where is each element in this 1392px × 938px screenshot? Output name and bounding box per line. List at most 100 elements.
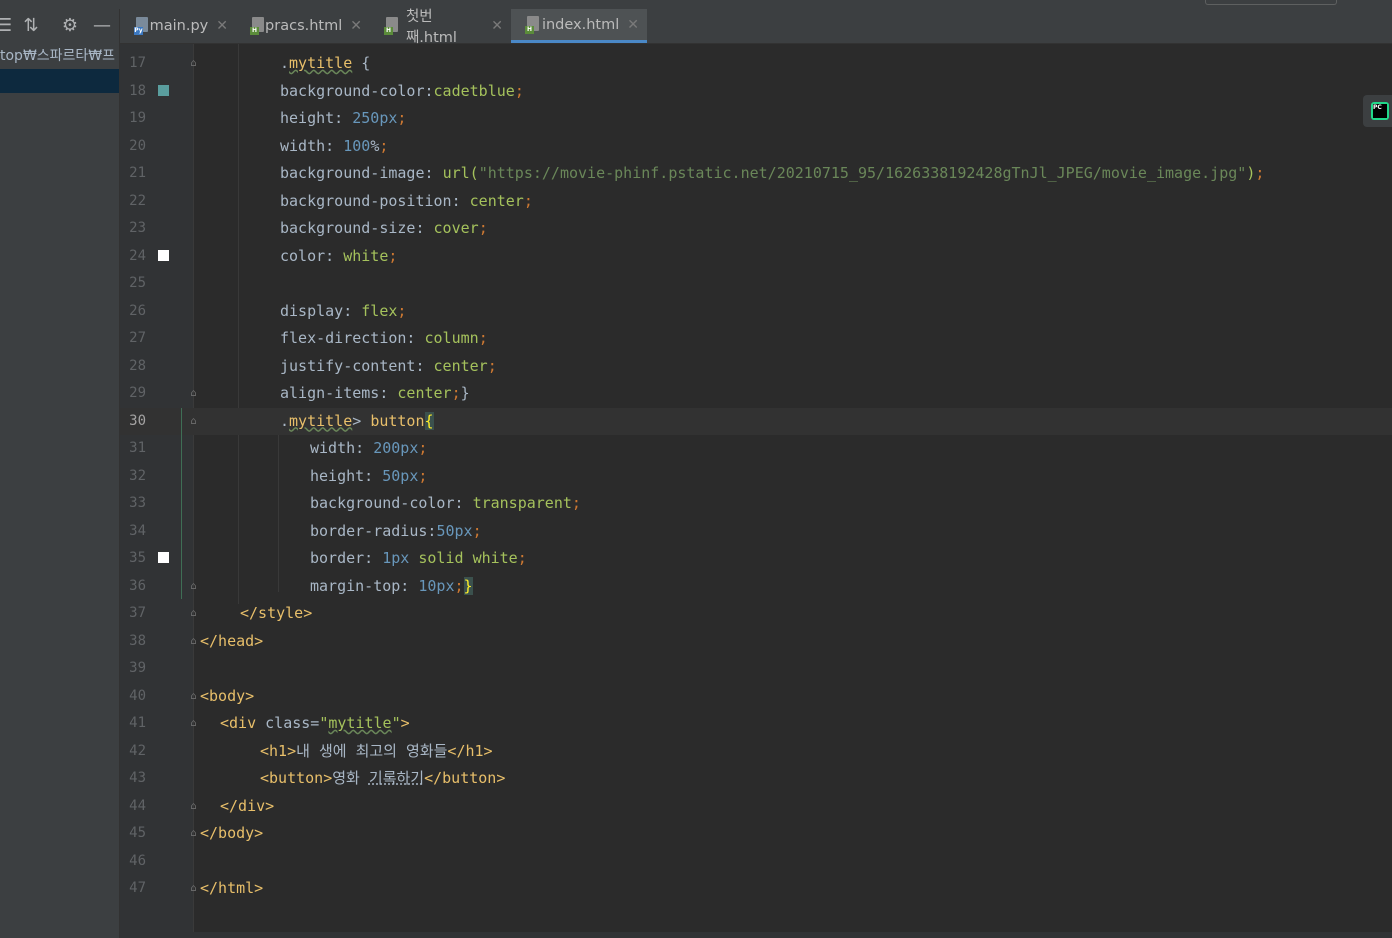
line-number: 40 xyxy=(129,687,146,704)
code-text[interactable]: background-color: transparent; xyxy=(310,490,581,517)
fold-icon[interactable]: ⌂ xyxy=(189,801,198,812)
code-text[interactable]: <h1>내 생에 최고의 영화들</h1> xyxy=(260,738,493,765)
code-text[interactable]: <div class="mytitle"> xyxy=(220,710,410,737)
fold-icon[interactable]: ⌂ xyxy=(189,828,198,839)
fold-icon[interactable]: ⌂ xyxy=(189,581,198,592)
tab-main-py[interactable]: Py main.py ✕ xyxy=(120,9,236,43)
line-number: 32 xyxy=(129,467,146,484)
code-line[interactable]: 39 xyxy=(120,655,1392,682)
code-text[interactable]: color: white; xyxy=(280,243,397,270)
code-line[interactable]: 23 background-size: cover; xyxy=(120,215,1392,242)
code-line[interactable]: 35 border: 1px solid white; xyxy=(120,545,1392,572)
fold-icon[interactable]: ⌂ xyxy=(189,691,198,702)
close-icon[interactable]: ✕ xyxy=(491,18,503,34)
code-text[interactable]: background-position: center; xyxy=(280,188,533,215)
code-text[interactable]: .mytitle { xyxy=(280,50,370,77)
code-text[interactable]: background-image: url("https://movie-phi… xyxy=(280,160,1264,187)
code-text[interactable]: width: 200px; xyxy=(310,435,427,462)
line-number: 17 xyxy=(129,55,146,71)
code-text[interactable]: justify-content: center; xyxy=(280,353,497,380)
close-icon[interactable]: ✕ xyxy=(216,18,228,34)
code-text[interactable]: </div> xyxy=(220,793,274,820)
code-text[interactable]: margin-top: 10px;} xyxy=(310,573,473,600)
fold-icon[interactable]: ⌂ xyxy=(189,883,198,894)
code-line[interactable]: 17 ⌂ .mytitle { xyxy=(120,50,1392,77)
code-line[interactable]: 30 ⌂ .mytitle> button{ xyxy=(120,407,1392,435)
code-line[interactable]: 37 ⌂ </style> xyxy=(120,600,1392,627)
code-line[interactable]: 34 border-radius:50px; xyxy=(120,518,1392,545)
line-number: 46 xyxy=(129,852,146,869)
code-text[interactable]: </body> xyxy=(200,820,263,847)
code-line[interactable]: 22 background-position: center; xyxy=(120,188,1392,215)
fold-icon[interactable]: ⌂ xyxy=(189,608,198,619)
code-line[interactable]: 45 ⌂ </body> xyxy=(120,820,1392,847)
code-editor[interactable]: 17 ⌂ .mytitle {18 background-color:cadetblu… xyxy=(120,44,1392,932)
code-line[interactable]: 19 height: 250px; xyxy=(120,105,1392,132)
gear-icon[interactable]: ⚙ xyxy=(59,9,81,43)
code-line[interactable]: 24 color: white; xyxy=(120,243,1392,270)
code-text[interactable]: <button>영화 기록하기</button> xyxy=(260,765,505,792)
minimize-icon[interactable]: — xyxy=(91,9,113,43)
code-line[interactable]: 18 background-color:cadetblue; xyxy=(120,78,1392,105)
search-box[interactable] xyxy=(1205,0,1337,5)
html-file-icon: H xyxy=(250,17,264,35)
color-swatch-icon[interactable] xyxy=(158,84,169,96)
code-line[interactable]: 41 ⌂ <div class="mytitle"> xyxy=(120,710,1392,737)
fold-icon[interactable]: ⌂ xyxy=(189,388,198,399)
code-line[interactable]: 33 background-color: transparent; xyxy=(120,490,1392,517)
code-line[interactable]: 40 ⌂ <body> xyxy=(120,683,1392,710)
tab-index-html[interactable]: H index.html ✕ xyxy=(511,9,647,43)
tab-pracs-html[interactable]: H pracs.html ✕ xyxy=(236,9,370,43)
fold-icon[interactable]: ⌂ xyxy=(189,718,198,729)
fold-icon[interactable]: ⌂ xyxy=(189,58,198,69)
code-text[interactable]: </head> xyxy=(200,628,263,655)
close-icon[interactable]: ✕ xyxy=(627,17,639,33)
pycharm-logo-icon[interactable]: PC xyxy=(1363,95,1392,127)
color-swatch-icon[interactable] xyxy=(158,249,169,261)
close-icon[interactable]: ✕ xyxy=(350,18,362,34)
expand-all-icon[interactable]: ☰ xyxy=(0,9,12,43)
line-number: 34 xyxy=(129,522,146,539)
code-text[interactable]: border-radius:50px; xyxy=(310,518,482,545)
code-text[interactable]: height: 250px; xyxy=(280,105,406,132)
fold-icon[interactable]: ⌂ xyxy=(189,416,198,427)
code-text[interactable]: <body> xyxy=(200,683,254,710)
code-text[interactable]: flex-direction: column; xyxy=(280,325,488,352)
line-number: 23 xyxy=(129,220,146,236)
code-text[interactable]: width: 100%; xyxy=(280,133,388,160)
project-tree-path[interactable]: top₩스파르타₩프 xyxy=(0,45,119,67)
code-text[interactable]: display: flex; xyxy=(280,298,406,325)
horizontal-scrollbar[interactable] xyxy=(120,932,1392,938)
code-text[interactable]: align-items: center;} xyxy=(280,380,470,407)
line-number: 39 xyxy=(129,660,146,676)
code-text[interactable]: border: 1px solid white; xyxy=(310,545,527,572)
code-line[interactable]: 47 ⌂ </html> xyxy=(120,875,1392,902)
code-line[interactable]: 44 ⌂ </div> xyxy=(120,793,1392,820)
code-line[interactable]: 28 justify-content: center; xyxy=(120,353,1392,380)
code-line[interactable]: 21 background-image: url("https://movie-p… xyxy=(120,160,1392,187)
line-number: 22 xyxy=(129,192,146,209)
code-line[interactable]: 42 <h1>내 생에 최고의 영화들</h1> xyxy=(120,738,1392,765)
color-swatch-icon[interactable] xyxy=(158,552,169,563)
code-text[interactable]: </html> xyxy=(200,875,263,902)
code-line[interactable]: 38 ⌂ </head> xyxy=(120,628,1392,655)
code-text[interactable]: </style> xyxy=(240,600,312,627)
tab-first-html[interactable]: H 첫번째.html ✕ xyxy=(370,9,511,46)
code-line[interactable]: 43 <button>영화 기록하기</button> xyxy=(120,765,1392,792)
code-text[interactable]: background-color:cadetblue; xyxy=(280,78,524,105)
code-line[interactable]: 27 flex-direction: column; xyxy=(120,325,1392,352)
code-line[interactable]: 29 ⌂ align-items: center;} xyxy=(120,380,1392,407)
code-text[interactable]: .mytitle> button{ xyxy=(280,408,434,435)
fold-icon[interactable]: ⌂ xyxy=(189,636,198,647)
code-line[interactable]: 26 display: flex; xyxy=(120,298,1392,325)
code-line[interactable]: 20 width: 100%; xyxy=(120,133,1392,160)
code-line[interactable]: 46 xyxy=(120,848,1392,875)
code-line[interactable]: 32 height: 50px; xyxy=(120,463,1392,490)
code-text[interactable]: background-size: cover; xyxy=(280,215,488,242)
code-line[interactable]: 36 ⌂ margin-top: 10px;} xyxy=(120,573,1392,600)
code-line[interactable]: 31 width: 200px; xyxy=(120,435,1392,462)
code-text[interactable]: height: 50px; xyxy=(310,463,427,490)
collapse-all-icon[interactable]: ⇅ xyxy=(20,9,42,43)
code-line[interactable]: 25 xyxy=(120,270,1392,297)
project-tree-selected-item[interactable] xyxy=(0,69,119,93)
